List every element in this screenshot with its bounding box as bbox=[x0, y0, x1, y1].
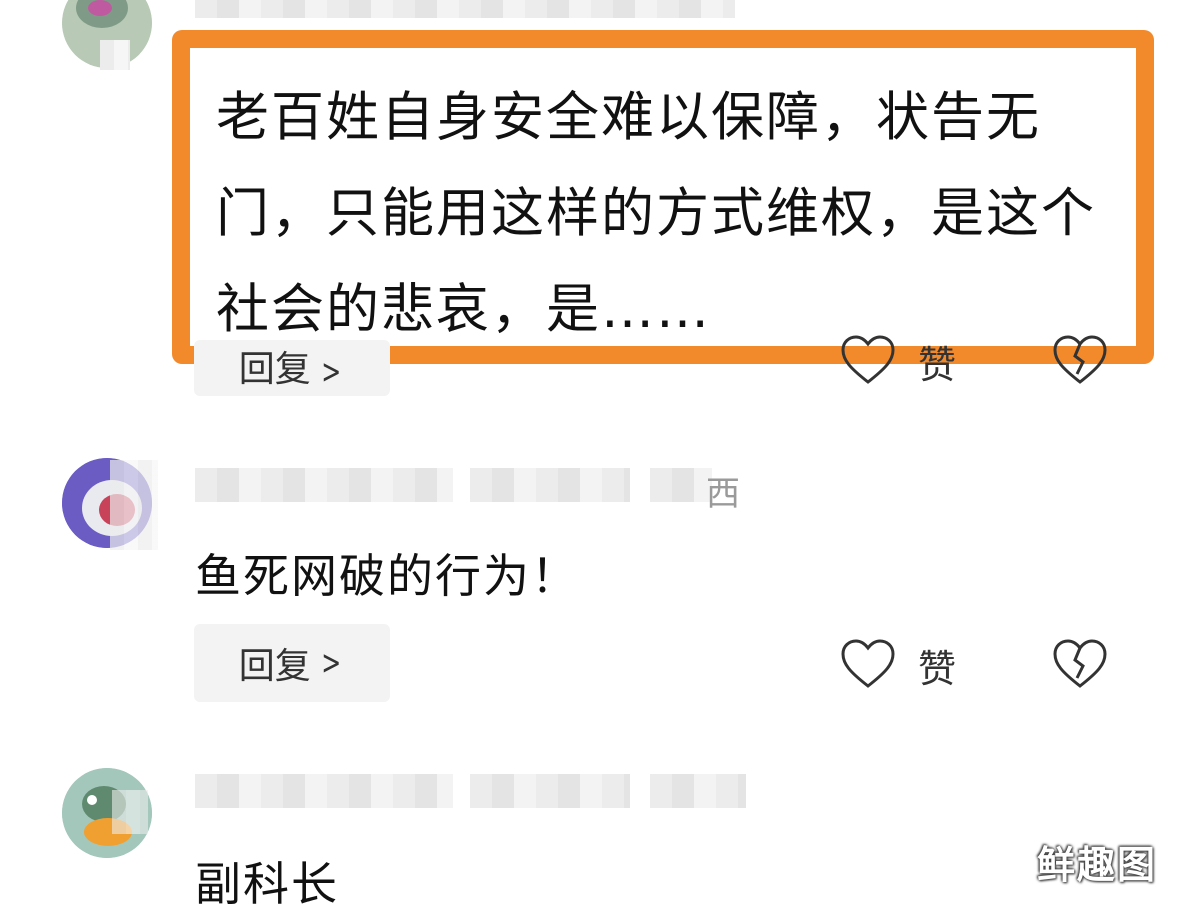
watermark: 鲜趣图 bbox=[1036, 843, 1157, 887]
broken-heart-icon[interactable] bbox=[1052, 334, 1108, 386]
avatar-blur bbox=[110, 460, 158, 550]
reply-label: 回复 bbox=[238, 646, 311, 687]
comment-text: 老百姓自身安全难以保障，状告无门，只能用这样的方式维权，是这个社会的悲哀，是…… bbox=[216, 87, 1096, 340]
broken-heart-icon[interactable] bbox=[1052, 638, 1108, 690]
username-blurred bbox=[650, 468, 712, 502]
username-suffix: 西 bbox=[706, 474, 740, 514]
reply-button[interactable]: 回复 > bbox=[194, 624, 390, 702]
username-blurred bbox=[195, 468, 453, 502]
heart-icon[interactable] bbox=[840, 334, 896, 386]
username-blurred bbox=[650, 774, 746, 808]
username-blurred bbox=[195, 0, 735, 18]
chevron-right-icon: > bbox=[321, 643, 341, 683]
comment-text: 副科长 bbox=[195, 857, 339, 911]
chevron-right-icon: > bbox=[321, 352, 341, 392]
comment-text: 鱼死网破的行为！ bbox=[195, 549, 579, 603]
reply-button[interactable]: 回复 > bbox=[194, 340, 390, 396]
username-blurred bbox=[470, 774, 630, 808]
like-label: 赞 bbox=[918, 343, 957, 387]
username-blurred bbox=[195, 774, 453, 808]
avatar-blur bbox=[112, 790, 148, 834]
heart-icon[interactable] bbox=[840, 638, 896, 690]
reply-label: 回复 bbox=[238, 349, 311, 390]
like-label: 赞 bbox=[918, 647, 957, 691]
highlighted-comment-box: 老百姓自身安全难以保障，状告无门，只能用这样的方式维权，是这个社会的悲哀，是…… bbox=[172, 30, 1154, 364]
avatar-blur bbox=[100, 40, 130, 70]
username-blurred bbox=[470, 468, 630, 502]
